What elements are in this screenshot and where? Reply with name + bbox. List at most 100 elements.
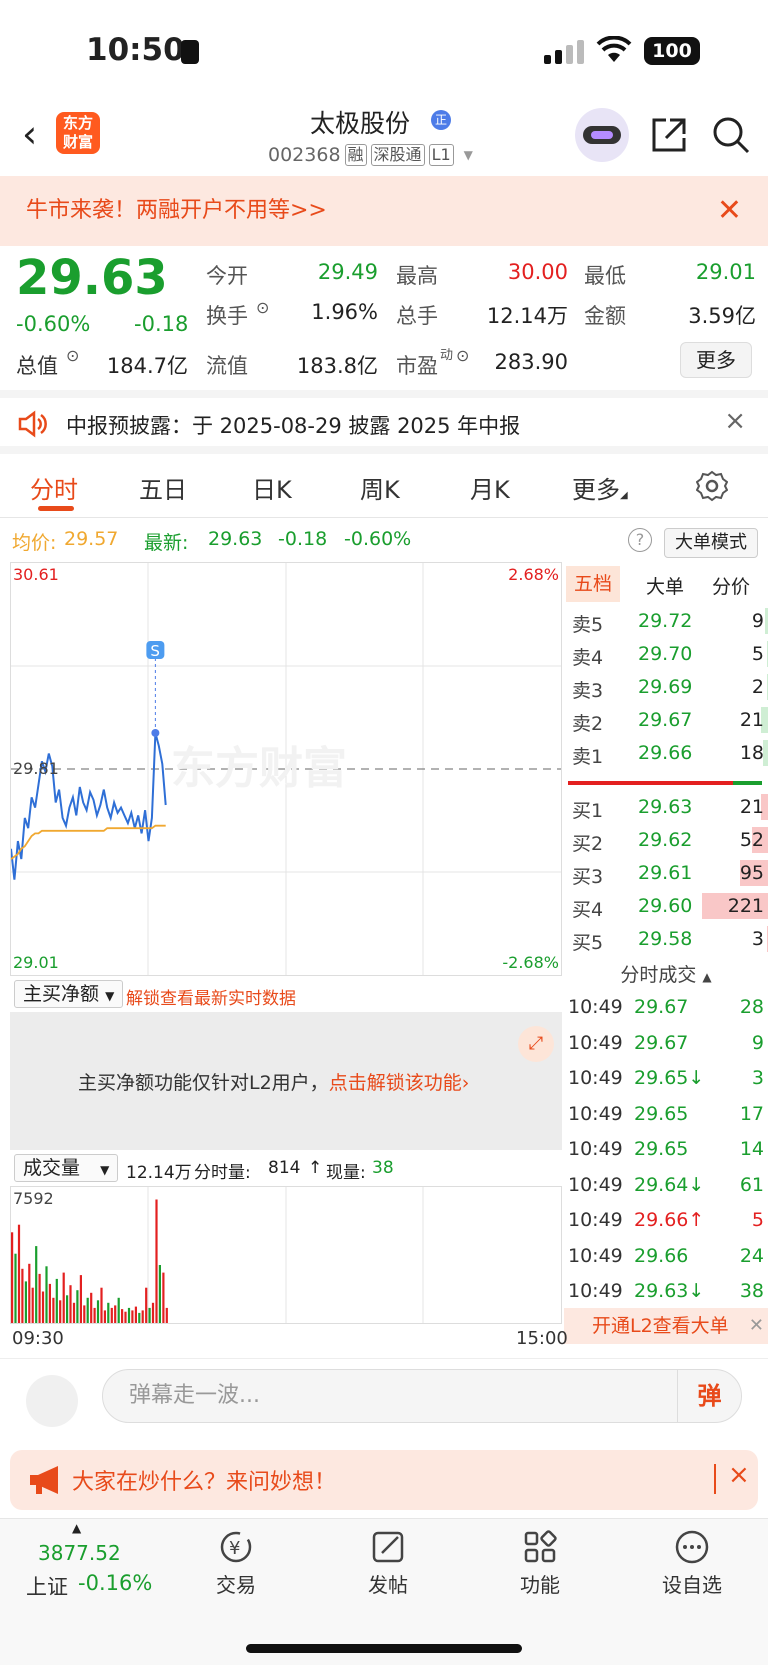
trade-row: 10:49 29.64↓ 61 <box>568 1170 764 1204</box>
share-icon[interactable] <box>650 116 688 154</box>
tab-weekly-k[interactable]: 周K <box>360 470 400 505</box>
ask-level-row[interactable]: 卖1 29.66 18 <box>568 738 768 768</box>
volume-header: 成交量 ▼ 12.14万 分时量: 814 ↑ 现量: 38 <box>10 1152 562 1184</box>
trade-row: 10:49 29.67 9 <box>568 1028 764 1062</box>
bid-level-volume: 221 <box>727 895 764 917</box>
notice-bar[interactable]: 中报预披露：于 2025-08-29 披露 2025 年中报 × <box>0 390 768 454</box>
trade-time: 10:49 <box>568 1173 623 1196</box>
bid-level-name: 买4 <box>572 899 604 921</box>
gear-icon[interactable] <box>696 470 728 502</box>
tab-five-day[interactable]: 五日 <box>139 470 187 505</box>
volume-bar <box>59 1300 62 1323</box>
active-tab-indicator <box>38 506 74 511</box>
info-icon[interactable]: ⊙ <box>456 346 469 365</box>
latest-value: 29.63 <box>208 528 263 550</box>
close-icon[interactable]: ✕ <box>749 1308 764 1344</box>
y-min-label: 29.01 <box>13 953 59 972</box>
price-summary-line: 均价: 29.57 最新: 29.63 -0.18 -0.60% ? 大单模式 <box>0 522 768 560</box>
tab-monthly-k[interactable]: 月K <box>470 470 510 505</box>
bid-level-row[interactable]: 买2 29.62 52 <box>568 825 768 855</box>
close-icon[interactable]: × <box>724 406 746 436</box>
index-ticker[interactable]: ▲ 3877.52 上证 -0.16% <box>0 1519 160 1619</box>
volume-bar <box>103 1310 106 1323</box>
ask-text: 大家在炒什么？来问妙想！ <box>72 1470 337 1495</box>
close-icon[interactable]: × <box>728 1460 750 1490</box>
info-icon[interactable]: ⊙ <box>66 346 79 365</box>
trade-time: 10:49 <box>568 1244 623 1267</box>
high-value: 30.00 <box>507 260 568 284</box>
help-icon[interactable]: ? <box>628 528 652 552</box>
close-icon[interactable]: ✕ <box>717 176 742 246</box>
volume-bar <box>134 1306 137 1323</box>
nav-trade[interactable]: ¥ 交易 <box>186 1529 286 1598</box>
chart-tabs: 分时 五日 日K 周K 月K 更多◢ <box>0 456 768 518</box>
l2-upgrade-banner[interactable]: 开通L2查看大单 ✕ <box>564 1308 768 1344</box>
volume-chart[interactable]: 7592 <box>10 1186 562 1324</box>
tab-more[interactable]: 更多◢ <box>572 470 628 505</box>
unlock-feature-link[interactable]: 点击解锁该功能 <box>329 1072 462 1094</box>
ask-level-row[interactable]: 卖2 29.67 21 <box>568 705 768 735</box>
turnover-value: 1.96% <box>311 300 378 324</box>
ask-level-price: 29.66 <box>638 742 693 764</box>
nav-post[interactable]: 发帖 <box>338 1529 438 1598</box>
ask-level-row[interactable]: 卖4 29.70 5 <box>568 639 768 669</box>
ask-banner[interactable]: 大家在炒什么？来问妙想！ × <box>10 1450 758 1510</box>
volume-select[interactable]: 成交量 ▼ <box>14 1154 119 1182</box>
ask-level-row[interactable]: 卖3 29.69 2 <box>568 672 768 702</box>
info-icon[interactable]: ⊙ <box>256 298 269 317</box>
volume-bar <box>35 1246 38 1323</box>
back-button[interactable]: ‹ <box>22 114 52 154</box>
trade-row: 10:49 29.65 14 <box>568 1134 764 1168</box>
tab-daily-k[interactable]: 日K <box>252 470 292 505</box>
order-book-tabs: 五档 大单 分价 <box>564 566 768 602</box>
expand-icon[interactable]: ⤢ <box>518 1026 554 1062</box>
intraday-chart[interactable]: 东方财富 S 30.61 29.81 29.01 2.68% -2.68% <box>10 562 562 976</box>
nav-add-watchlist[interactable]: 设自选 <box>642 1529 742 1598</box>
promo-banner[interactable]: 牛市来袭！两融开户不用等>> ✕ <box>0 176 768 246</box>
trade-price: 29.63↓ <box>634 1280 705 1302</box>
big-order-mode-button[interactable]: 大单模式 <box>664 528 758 558</box>
trade-price: 29.66 <box>634 1244 689 1267</box>
bid-level-row[interactable]: 买1 29.63 21 <box>568 792 768 822</box>
ask-level-name: 卖1 <box>572 746 604 768</box>
ask-level-name: 卖2 <box>572 713 604 735</box>
unlock-link[interactable]: 解锁查看最新实时数据 <box>126 984 296 1009</box>
ask-level-row[interactable]: 卖5 29.72 9 <box>568 606 768 636</box>
home-indicator <box>246 1644 522 1653</box>
more-button[interactable]: 更多 <box>680 342 752 378</box>
tab-price-dist[interactable]: 分价 <box>712 572 750 599</box>
ai-assistant-avatar[interactable] <box>575 108 629 162</box>
brand-logo[interactable]: 东方 财富 <box>56 112 100 154</box>
connect-tag: 深股通 <box>370 144 425 166</box>
trade-volume: 3 <box>751 1067 764 1089</box>
current-volume-label: 现量: <box>326 1163 366 1183</box>
trades-header[interactable]: 分时成交 ▲ <box>564 960 768 990</box>
danmu-input[interactable]: 弹幕走一波... 弹 <box>102 1369 742 1423</box>
tab-intraday[interactable]: 分时 <box>30 470 78 505</box>
tab-five-levels[interactable]: 五档 <box>566 566 621 602</box>
tab-big-orders[interactable]: 大单 <box>646 572 684 599</box>
bid-level-row[interactable]: 买5 29.58 3 <box>568 924 768 954</box>
price-line <box>10 732 167 880</box>
volume-bar <box>45 1266 48 1323</box>
order-book-divider <box>568 781 762 785</box>
danmu-settings-icon[interactable] <box>26 1375 78 1427</box>
volume-bar <box>76 1290 79 1323</box>
nav-functions[interactable]: 功能 <box>490 1529 590 1598</box>
volume-bar <box>114 1305 117 1323</box>
bid-level-price: 29.61 <box>638 862 693 884</box>
bid-level-row[interactable]: 买3 29.61 95 <box>568 858 768 888</box>
search-icon[interactable] <box>712 116 750 154</box>
net-buy-select[interactable]: 主买净额 ▼ <box>14 980 124 1008</box>
bid-level-row[interactable]: 买4 29.60 221 <box>568 891 768 921</box>
volume-bar <box>131 1310 134 1323</box>
volume-bar <box>28 1263 31 1323</box>
danmu-send-button[interactable]: 弹 <box>677 1370 741 1422</box>
volume-bar <box>121 1309 124 1323</box>
pe-label: 市盈 <box>396 354 438 378</box>
trade-price: 29.67 <box>634 996 689 1018</box>
ask-level-price: 29.72 <box>638 610 693 632</box>
stock-code-line[interactable]: 002368 融 深股通 L1 ▼ <box>268 144 473 166</box>
market-cap-label: 总值 <box>16 354 58 378</box>
promo-text: 牛市来袭！两融开户不用等>> <box>26 198 327 223</box>
